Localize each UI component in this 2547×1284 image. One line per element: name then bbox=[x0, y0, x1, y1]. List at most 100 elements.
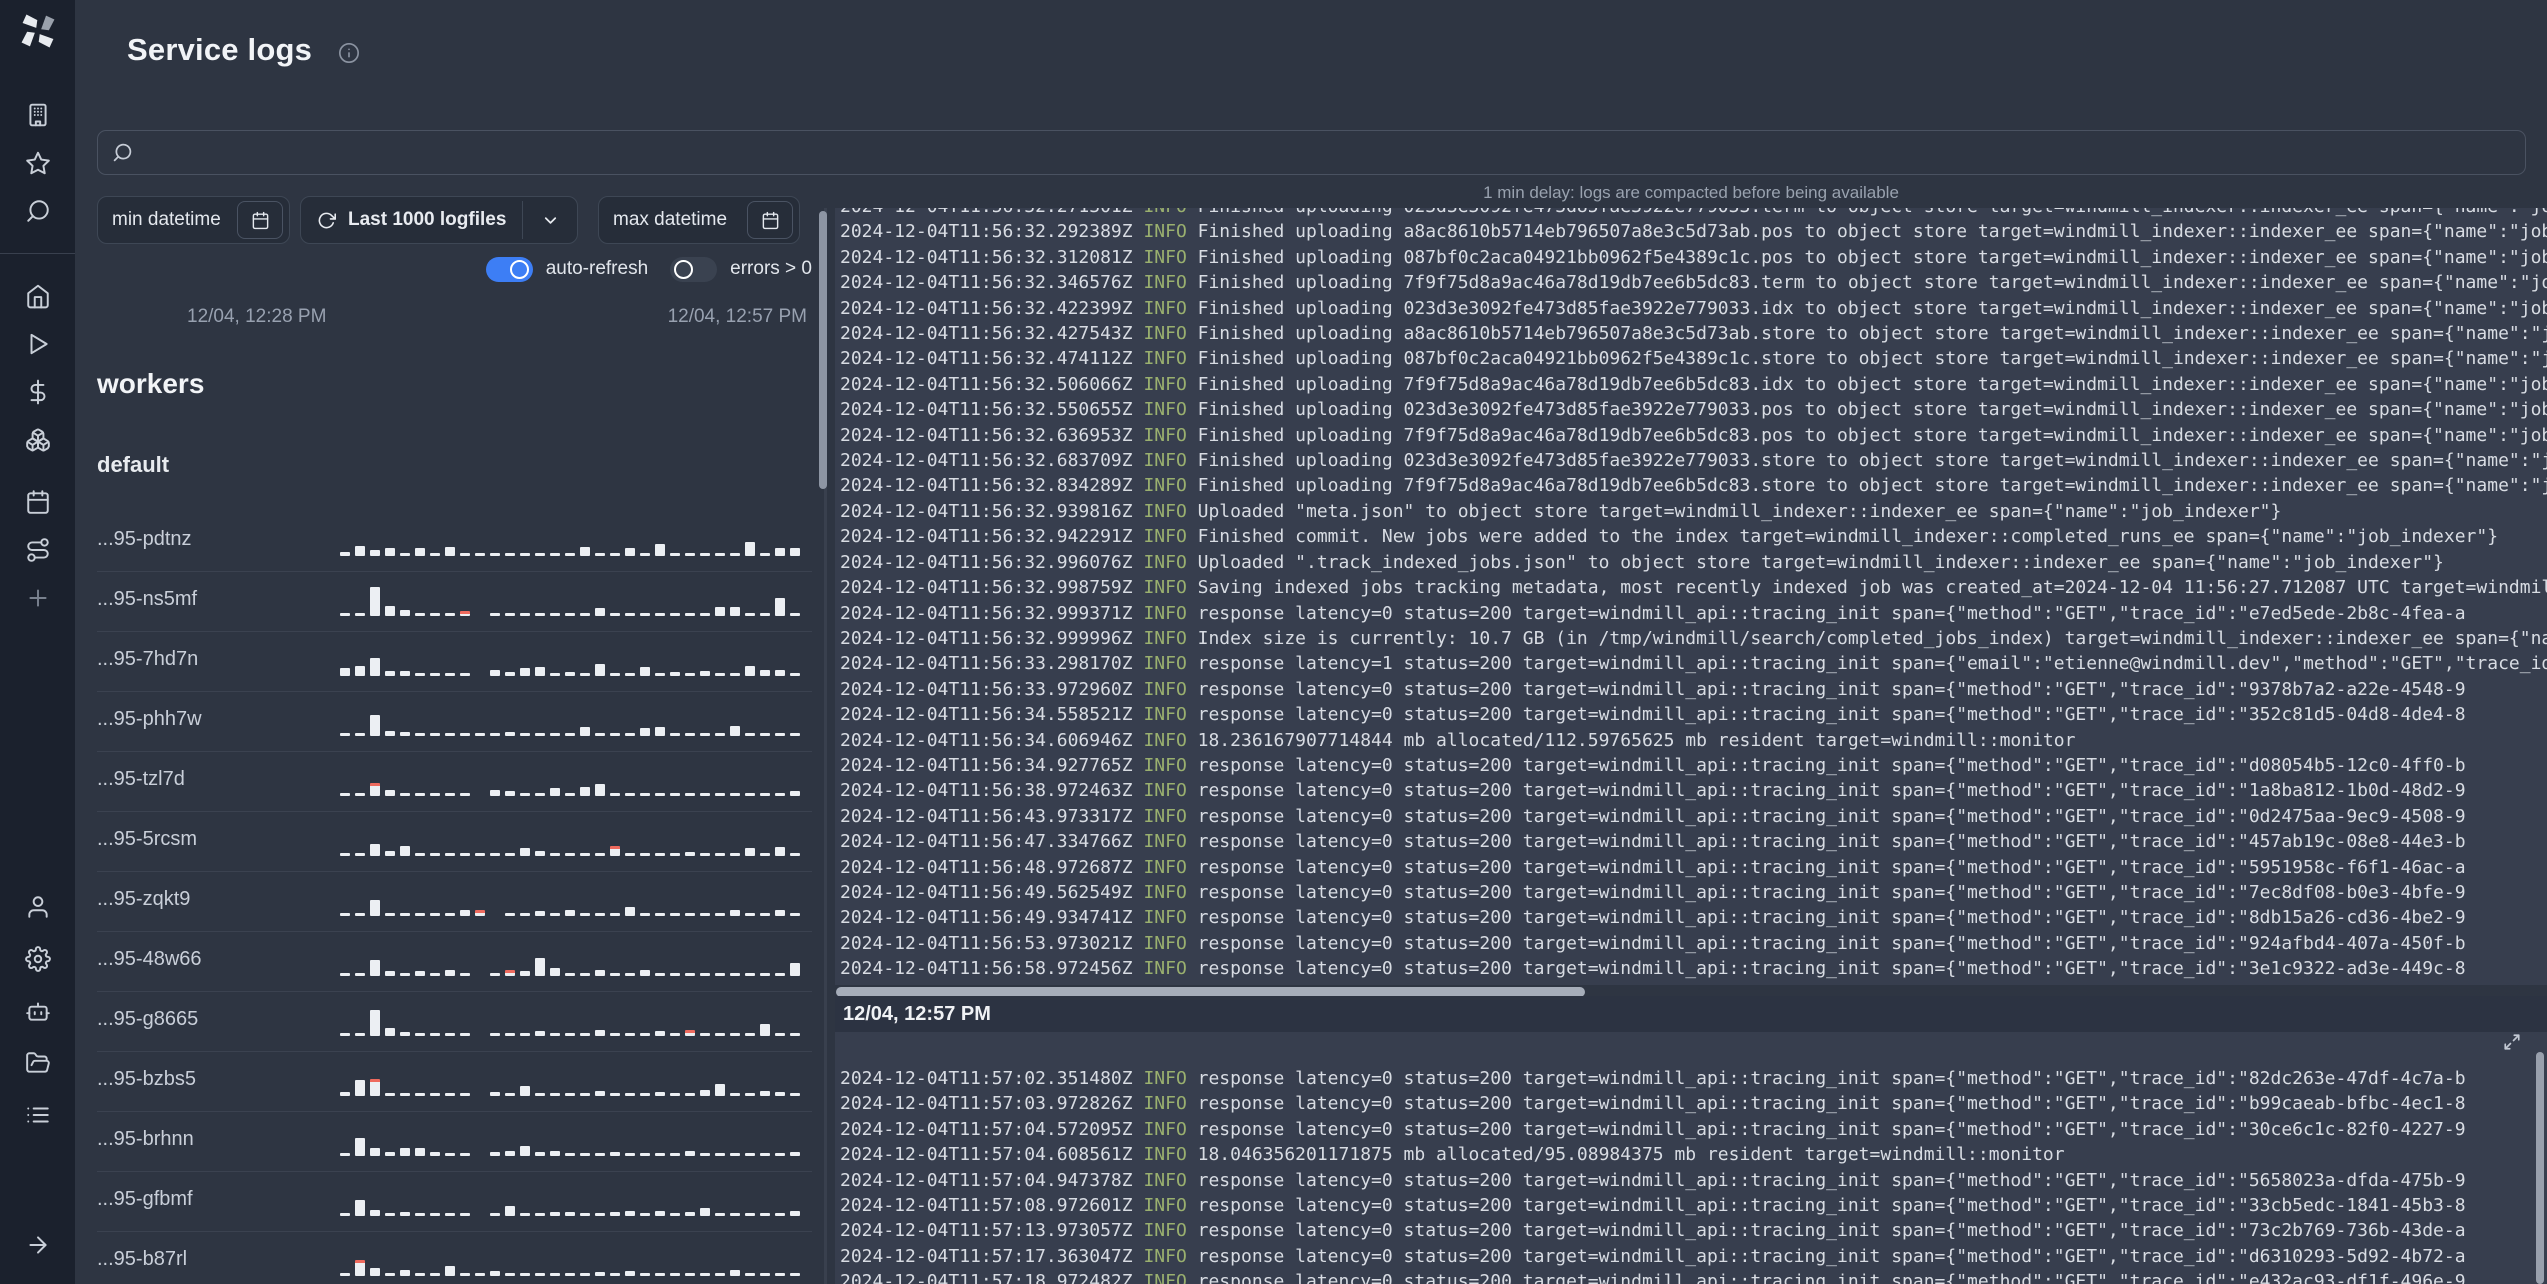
calendar-icon[interactable] bbox=[25, 489, 51, 515]
worker-row[interactable]: ...95-phh7w bbox=[97, 692, 812, 752]
auto-refresh-toggle[interactable] bbox=[485, 256, 533, 282]
activity-bar bbox=[520, 1085, 530, 1096]
activity-bar bbox=[460, 1273, 470, 1276]
log-line: 2024-12-04T11:56:32.427543Z INFO Finishe… bbox=[840, 321, 2547, 346]
gear-icon[interactable] bbox=[24, 946, 51, 972]
activity-bar bbox=[535, 910, 545, 916]
worker-row[interactable]: ...95-tzl7d bbox=[97, 752, 812, 812]
vertical-scrollbar-thumb[interactable] bbox=[2536, 1052, 2544, 1284]
activity-bar bbox=[370, 900, 380, 916]
log-level: INFO bbox=[1143, 577, 1187, 599]
activity-bar bbox=[745, 1093, 755, 1096]
activity-bar bbox=[400, 670, 410, 676]
worker-row[interactable]: ...95-g8665 bbox=[97, 992, 812, 1052]
max-datetime-field[interactable]: max datetime bbox=[598, 196, 800, 244]
boxes-icon[interactable] bbox=[25, 427, 51, 453]
activity-bar bbox=[340, 613, 350, 616]
activity-bar bbox=[370, 1209, 380, 1216]
expand-icon[interactable] bbox=[2503, 1033, 2521, 1051]
activity-bar bbox=[370, 1010, 380, 1036]
activity-bar bbox=[610, 1093, 620, 1096]
search-input[interactable] bbox=[97, 130, 2526, 175]
info-icon[interactable] bbox=[338, 42, 360, 64]
activity-bar bbox=[760, 613, 770, 616]
worker-row[interactable]: ...95-5rcsm bbox=[97, 812, 812, 872]
activity-bar bbox=[430, 1213, 440, 1216]
log-timestamp: 2024-12-04T11:56:32.942291Z bbox=[840, 526, 1144, 548]
activity-bar bbox=[550, 673, 560, 676]
activity-bar bbox=[580, 1093, 590, 1096]
activity-bar bbox=[340, 793, 350, 796]
folder-open-icon[interactable] bbox=[25, 1050, 51, 1076]
activity-bar bbox=[610, 1212, 620, 1216]
logfiles-select[interactable]: Last 1000 logfiles bbox=[300, 196, 578, 244]
activity-bar bbox=[565, 1153, 575, 1156]
route-icon[interactable] bbox=[25, 537, 51, 563]
log-timestamp: 2024-12-04T11:56:34.606946Z bbox=[840, 729, 1144, 751]
robot-icon[interactable] bbox=[25, 998, 51, 1024]
activity-bar bbox=[790, 853, 800, 856]
activity-bar bbox=[565, 553, 575, 556]
activity-bar bbox=[790, 548, 800, 556]
log-message: Saving indexed jobs tracking metadata, m… bbox=[1197, 577, 2547, 599]
worker-row[interactable]: ...95-zqkt9 bbox=[97, 872, 812, 932]
log-message: response latency=0 status=200 target=win… bbox=[1186, 831, 2466, 853]
worker-row[interactable]: ...95-ns5mf bbox=[97, 572, 812, 632]
activity-bar bbox=[745, 1033, 755, 1036]
activity-bar bbox=[655, 1153, 665, 1156]
worker-group-name: default bbox=[97, 452, 170, 477]
logfiles-chevron-button[interactable] bbox=[523, 197, 577, 243]
activity-bar bbox=[790, 790, 800, 796]
activity-bar bbox=[460, 909, 470, 916]
max-datetime-calendar-button[interactable] bbox=[747, 201, 793, 239]
list-icon[interactable] bbox=[25, 1102, 51, 1128]
activity-bar bbox=[730, 725, 740, 736]
log-message: Finished uploading 7f9f75d8a9ac46a78d19d… bbox=[1186, 373, 2547, 395]
worker-row[interactable]: ...95-bzbs5 bbox=[97, 1052, 812, 1112]
chevron-down-icon bbox=[544, 216, 556, 224]
activity-bar bbox=[655, 613, 665, 616]
play-icon[interactable] bbox=[25, 331, 51, 357]
worker-row[interactable]: ...95-48w66 bbox=[97, 932, 812, 992]
activity-bar bbox=[400, 1148, 410, 1156]
plus-icon[interactable] bbox=[25, 585, 51, 611]
activity-bar bbox=[355, 1137, 365, 1156]
activity-bar bbox=[685, 673, 695, 676]
left-scrollbar-thumb[interactable] bbox=[819, 211, 827, 489]
activity-bar bbox=[760, 1024, 770, 1036]
errors-filter-toggle[interactable] bbox=[670, 256, 718, 282]
min-datetime-calendar-button[interactable] bbox=[237, 201, 283, 239]
activity-bar bbox=[430, 973, 440, 976]
log-level: INFO bbox=[1143, 373, 1187, 395]
activity-bar bbox=[370, 715, 380, 736]
log-timestamp: 2024-12-04T11:56:32.474112Z bbox=[840, 348, 1144, 370]
activity-bar bbox=[790, 1273, 800, 1276]
log-timestamp: 2024-12-04T11:56:32.271301Z bbox=[840, 208, 1143, 217]
star-icon[interactable] bbox=[25, 150, 51, 176]
activity-bar bbox=[625, 853, 635, 856]
windmill-logo-icon[interactable] bbox=[17, 10, 59, 52]
worker-row[interactable]: ...95-brhnn bbox=[97, 1112, 812, 1172]
log-line: 2024-12-04T11:57:08.972601Z INFO respons… bbox=[840, 1193, 2547, 1218]
log-timestamp: 2024-12-04T11:56:32.683709Z bbox=[840, 450, 1144, 472]
log-message: response latency=0 status=200 target=win… bbox=[1186, 881, 2466, 903]
activity-bar-error bbox=[610, 845, 620, 856]
dollar-icon[interactable] bbox=[25, 379, 51, 405]
worker-row[interactable]: ...95-b87rl bbox=[97, 1232, 812, 1284]
activity-bar bbox=[430, 673, 440, 676]
worker-row[interactable]: ...95-7hd7n bbox=[97, 632, 812, 692]
worker-row[interactable]: ...95-pdtnz bbox=[97, 512, 812, 572]
user-icon[interactable] bbox=[25, 894, 51, 920]
activity-bar bbox=[415, 853, 425, 856]
home-icon[interactable] bbox=[25, 283, 51, 309]
activity-bar bbox=[535, 1152, 545, 1156]
arrow-right-icon[interactable] bbox=[25, 1232, 51, 1258]
activity-bar bbox=[715, 1273, 725, 1276]
min-datetime-field[interactable]: min datetime bbox=[97, 196, 290, 244]
worker-row[interactable]: ...95-gfbmf bbox=[97, 1172, 812, 1232]
search-icon[interactable] bbox=[25, 198, 51, 224]
log-line: 2024-12-04T11:56:32.996076Z INFO Uploade… bbox=[840, 550, 2547, 575]
building-icon[interactable] bbox=[25, 102, 51, 128]
activity-bar bbox=[340, 1273, 350, 1276]
activity-bar bbox=[475, 733, 485, 736]
